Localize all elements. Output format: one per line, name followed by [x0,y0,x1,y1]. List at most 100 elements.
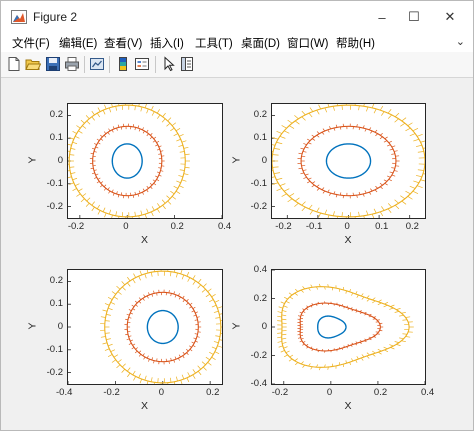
vector-arrow [280,350,285,353]
vector-arrow [167,200,172,205]
vector-arrow [316,207,320,212]
pointer-icon[interactable] [161,56,177,72]
vector-arrow [150,377,153,382]
axes-bottom-right[interactable] [271,269,426,385]
vector-arrow [381,111,385,116]
x-axis-label: X [141,234,149,246]
vector-arrow [201,361,206,366]
x-tick-label: -0.2 [271,387,289,398]
axes-top-right[interactable] [271,103,426,219]
vector-arrow [192,275,196,280]
vector-arrow [176,138,181,142]
vector-arrow [415,144,422,147]
vector-arrow [276,130,283,134]
vector-arrow [273,172,281,174]
y-axis-label: Y [230,156,243,164]
trajectory-curve [68,104,186,218]
property-inspector-icon[interactable] [179,56,195,72]
vector-arrow [180,380,183,384]
new-figure-icon[interactable] [6,56,22,72]
y-tick-label: -0.1 [46,177,63,189]
vector-arrow [181,374,185,380]
vector-arrow [308,112,313,118]
vector-arrow [280,301,285,304]
print-icon[interactable] [64,56,80,72]
vector-arrow [104,104,107,110]
menu-view[interactable]: 查看(V) [104,35,142,51]
vector-arrow [104,303,110,306]
vector-arrow [373,208,377,214]
vector-arrow [107,343,113,347]
legend-icon[interactable] [134,56,150,72]
vector-arrow [308,204,313,210]
vector-arrow [134,211,136,217]
menu-edit[interactable]: 编辑(E) [59,35,97,51]
vector-arrow [173,133,178,137]
vector-arrow [294,197,300,202]
vector-arrow [387,203,392,208]
y-tick-label: 0 [57,155,63,166]
vector-arrow [209,299,214,303]
menu-insert[interactable]: 插入(I) [150,35,184,51]
vector-arrow [108,107,112,113]
y-tick-label: 0 [57,321,63,332]
x-tick-label: 0.2 [206,387,220,398]
y-tick-label: 0.1 [49,298,63,310]
trajectory-curve [146,309,179,345]
open-file-icon[interactable] [25,56,41,72]
y-axis-label: Y [26,322,39,330]
vector-arrow [72,141,78,145]
vector-arrow [373,108,377,114]
save-icon[interactable] [45,56,61,72]
vector-arrow [140,106,143,112]
vector-arrow [82,125,87,129]
vector-arrow [166,122,171,127]
vector-arrow [401,117,407,122]
vector-arrow [146,108,149,114]
vector-arrow [171,196,177,200]
vector-arrow [173,185,178,189]
vector-arrow [283,130,290,134]
vector-arrow [272,154,279,156]
menu-overflow-icon[interactable]: ⌄ [456,35,465,48]
axes-bottom-left[interactable] [67,269,223,385]
vector-arrow [85,202,90,207]
vector-arrow [179,151,185,153]
vector-arrow [139,378,143,384]
colorbar-icon[interactable] [115,56,131,72]
close-button[interactable]: ✕ [427,1,473,33]
vector-arrow [387,114,392,119]
vector-arrow [284,354,288,358]
vector-arrow [107,296,113,300]
toolbar-separator [155,56,156,73]
vector-arrow [72,188,77,192]
vector-arrow [102,110,106,115]
vector-arrow [401,340,406,343]
vector-arrow [80,119,85,124]
vector-arrow [162,112,166,117]
link-plot-icon[interactable] [89,56,105,72]
axes-top-left[interactable] [67,103,223,219]
menu-help[interactable]: 帮助(H) [336,35,375,51]
vector-arrow [282,310,287,313]
menu-file[interactable]: 文件(F) [12,35,50,51]
y-tick-label: -0.2 [46,200,63,212]
title-bar[interactable]: Figure 2 – ☐ ✕ [1,1,473,33]
vector-arrow [282,341,287,344]
y-axis-label: Y [26,156,39,164]
vector-arrow [157,203,161,208]
menu-tools[interactable]: 工具(T) [195,35,233,51]
vector-arrow [318,212,322,218]
vector-arrow [281,125,287,129]
vector-arrow [413,138,420,142]
vector-arrow [289,193,295,197]
menu-desktop[interactable]: 桌面(D) [241,35,280,51]
vector-arrow [111,291,117,295]
menu-window[interactable]: 窗口(W) [287,35,329,51]
vector-arrow [405,127,411,132]
vector-arrow [197,284,202,289]
x-axis-label: X [344,400,352,412]
y-axis-label: Y [230,322,243,330]
vector-arrow [104,348,110,351]
vector-arrow [276,177,283,181]
